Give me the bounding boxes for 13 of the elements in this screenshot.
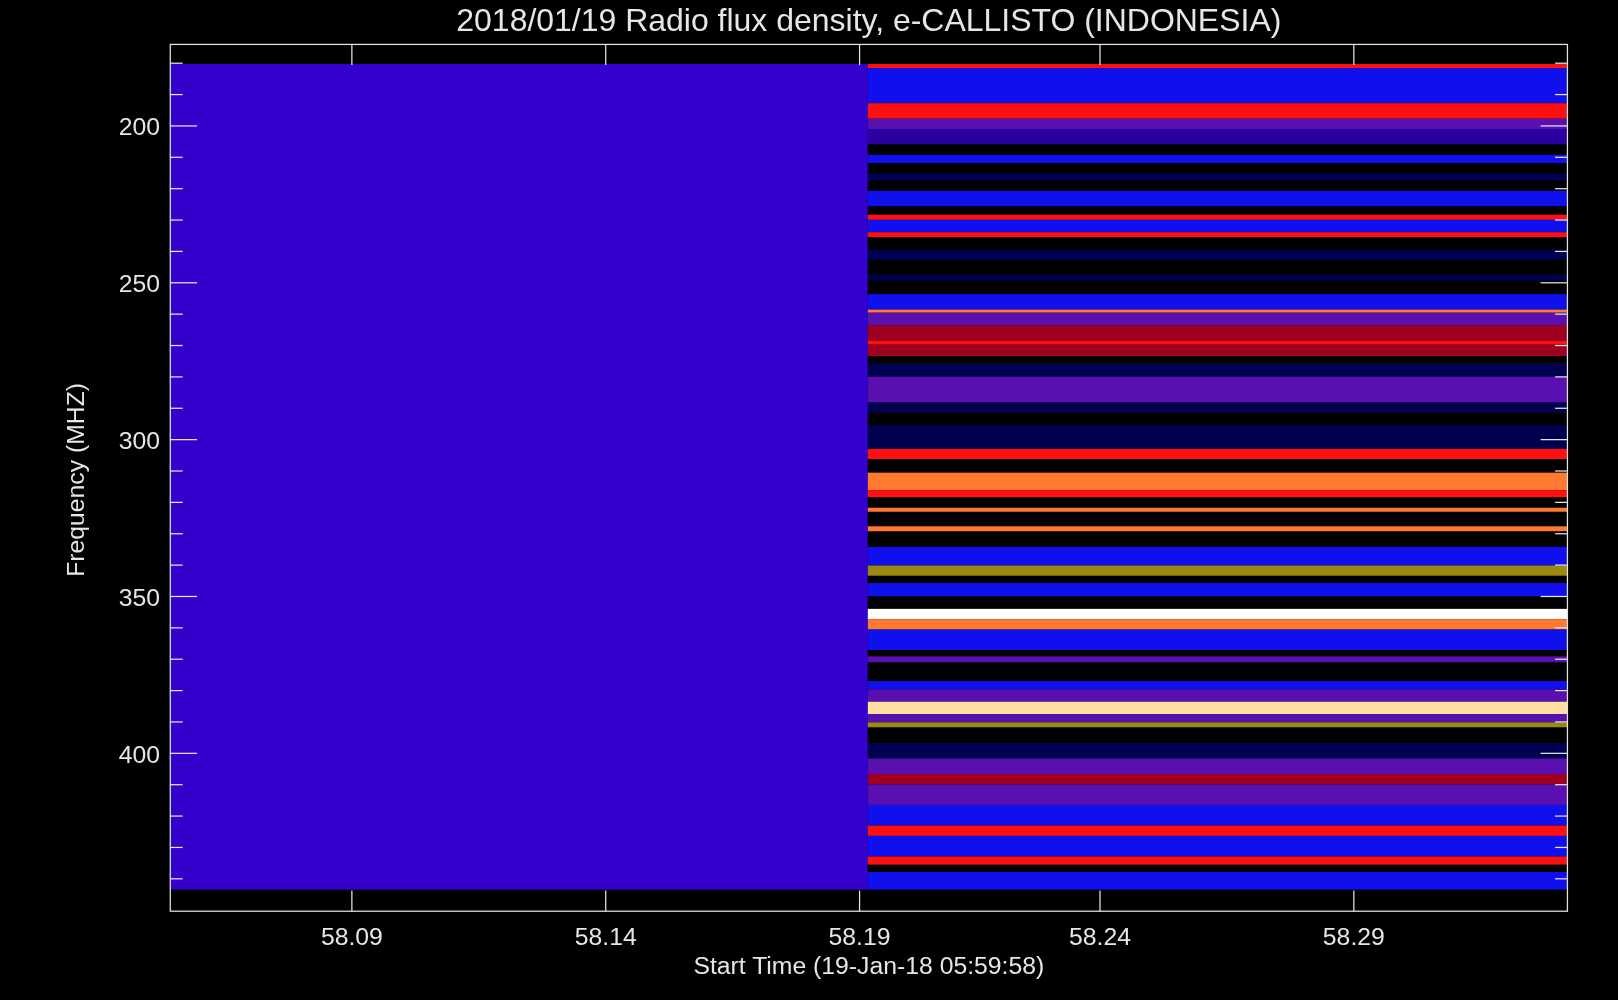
y-tick-label: 400 (118, 740, 160, 768)
y-tick-label: 350 (118, 583, 160, 611)
y-axis-label: Frequency (MHZ) (61, 382, 89, 577)
y-tick-label: 300 (118, 426, 160, 454)
y-tick-label: 250 (118, 270, 160, 298)
x-tick-label: 58.29 (1322, 923, 1385, 951)
x-tick-label: 58.14 (574, 923, 637, 951)
x-tick-label: 58.09 (320, 923, 383, 951)
x-axis-label: Start Time (19-Jan-18 05:59:58) (693, 952, 1045, 980)
plot-title: 2018/01/19 Radio flux density, e-CALLISTO (INDONESIA) (456, 2, 1282, 38)
y-tick-label: 200 (118, 113, 160, 141)
x-tick-label: 58.24 (1069, 923, 1131, 951)
x-tick-label: 58.19 (828, 923, 891, 951)
